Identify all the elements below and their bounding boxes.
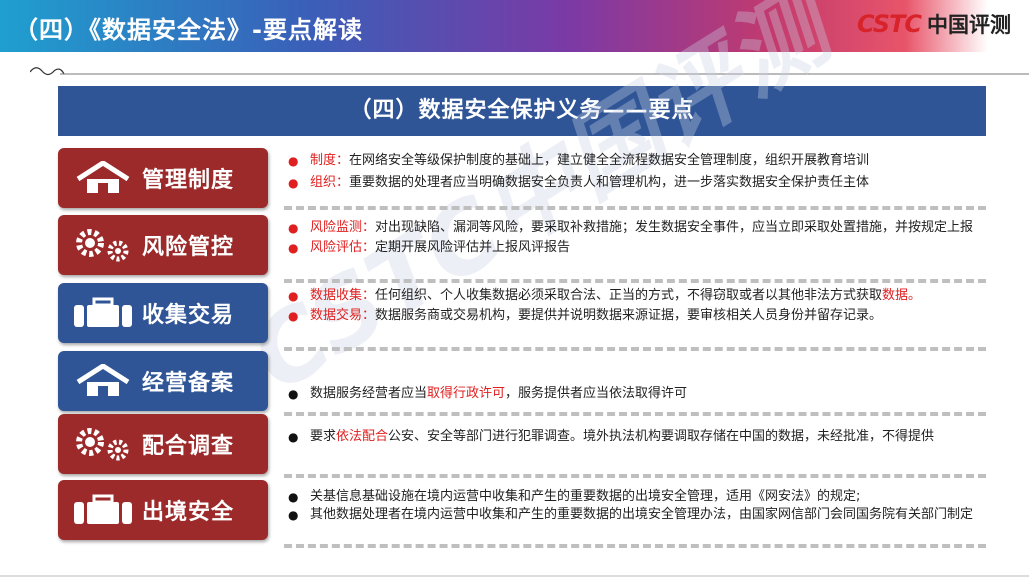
divider [284, 412, 986, 416]
page-title: （四）《数据安全法》-要点解读 [14, 16, 363, 44]
row-content: ● 制度：在网络安全等级保护制度的基础上，建立健全全流程数据安全管理制度，组织开展… [286, 152, 986, 192]
list-item: ● 风险评估：定期开展风险评估并上报风评报告 [288, 240, 571, 255]
row-content: ● 数据服务经营者应当取得行政许可，服务提供者应当依法取得许可 [286, 385, 986, 403]
list-item: ● 其他数据处理者在境内运营中收集和产生的重要数据的出境安全管理办法，由国家网信部… [288, 507, 974, 522]
category-operation[interactable]: 经营备案 [58, 351, 268, 411]
list-item: ● 制度：在网络安全等级保护制度的基础上，建立健全全流程数据安全管理制度，组织开展… [288, 153, 870, 168]
row-content: ● 风险监测：对出现缺陷、漏洞等风险，要采取补救措施；发生数据安全事件，应当立即采… [286, 219, 986, 257]
gears-icon [68, 424, 138, 464]
category-management[interactable]: 管理制度 [58, 148, 268, 208]
bullet-icon: ● [288, 387, 299, 401]
bullet-icon: ● [288, 221, 299, 235]
category-label: 出境安全 [142, 500, 235, 525]
category-cooperation[interactable]: 配合调查 [58, 414, 268, 474]
divider [284, 347, 986, 351]
section-banner: （四）数据安全保护义务——要点 [58, 86, 986, 136]
house-icon [68, 361, 138, 401]
list-item: ● 数据交易：数据服务商或交易机构，要提供并说明数据来源证据，要审核相关人员身份并… [288, 308, 883, 323]
house-icon [68, 158, 138, 198]
logo-text: 中国评测 [927, 13, 1011, 37]
briefcase-icon [68, 490, 138, 530]
divider [284, 279, 986, 283]
list-item: ● 组织：重要数据的处理者应当明确数据安全负责人和管理机构，进一步落实数据安全保护… [288, 175, 870, 190]
list-item: ● 数据收集：任何组织、个人收集数据必须采取合法、正当的方式，不得窃取或者以其他非… [288, 288, 922, 303]
category-cross-border[interactable]: 出境安全 [58, 480, 268, 540]
bullet-icon: ● [288, 490, 299, 504]
category-collection[interactable]: 收集交易 [58, 283, 268, 343]
list-item: ● 关基信息基础设施在境内运营中收集和产生的重要数据的出境安全管理，适用《网安法》… [288, 489, 861, 504]
bullet-icon: ● [288, 508, 299, 522]
briefcase-icon [68, 293, 138, 333]
bullet-icon: ● [288, 176, 299, 190]
cstc-logo: CSTC 中国评测 [857, 9, 1011, 39]
row-content: ● 要求依法配合公安、安全等部门进行犯罪调查。境外执法机构要调取存储在中国的数据，… [286, 428, 986, 446]
bullet-icon: ● [288, 289, 299, 303]
logo-mark: CSTC [856, 10, 922, 38]
list-item: ● 要求依法配合公安、安全等部门进行犯罪调查。境外执法机构要调取存储在中国的数据，… [288, 429, 935, 444]
list-item: ● 风险监测：对出现缺陷、漏洞等风险，要采取补救措施；发生数据安全事件，应当立即采… [288, 220, 974, 235]
category-label: 收集交易 [142, 303, 235, 328]
row-content: ● 关基信息基础设施在境内运营中收集和产生的重要数据的出境安全管理，适用《网安法》… [286, 488, 986, 524]
category-label: 管理制度 [142, 168, 235, 193]
title-bar: （四）《数据安全法》-要点解读 CSTC 中国评测 [0, 0, 1029, 52]
category-risk[interactable]: 风险管控 [58, 215, 268, 275]
footer-line [0, 575, 1029, 577]
bullet-icon: ● [288, 430, 299, 444]
gears-icon [68, 225, 138, 265]
category-label: 经营备案 [142, 371, 235, 396]
divider [284, 544, 986, 548]
category-label: 配合调查 [142, 434, 235, 459]
bullet-icon: ● [288, 154, 299, 168]
row-content: ● 数据收集：任何组织、个人收集数据必须采取合法、正当的方式，不得窃取或者以其他非… [286, 287, 986, 325]
list-item: ● 数据服务经营者应当取得行政许可，服务提供者应当依法取得许可 [288, 386, 688, 401]
bullet-icon: ● [288, 241, 299, 255]
bullet-icon: ● [288, 309, 299, 323]
decorative-line [30, 67, 1029, 76]
category-label: 风险管控 [142, 235, 235, 260]
divider [284, 206, 986, 210]
divider [284, 474, 986, 478]
